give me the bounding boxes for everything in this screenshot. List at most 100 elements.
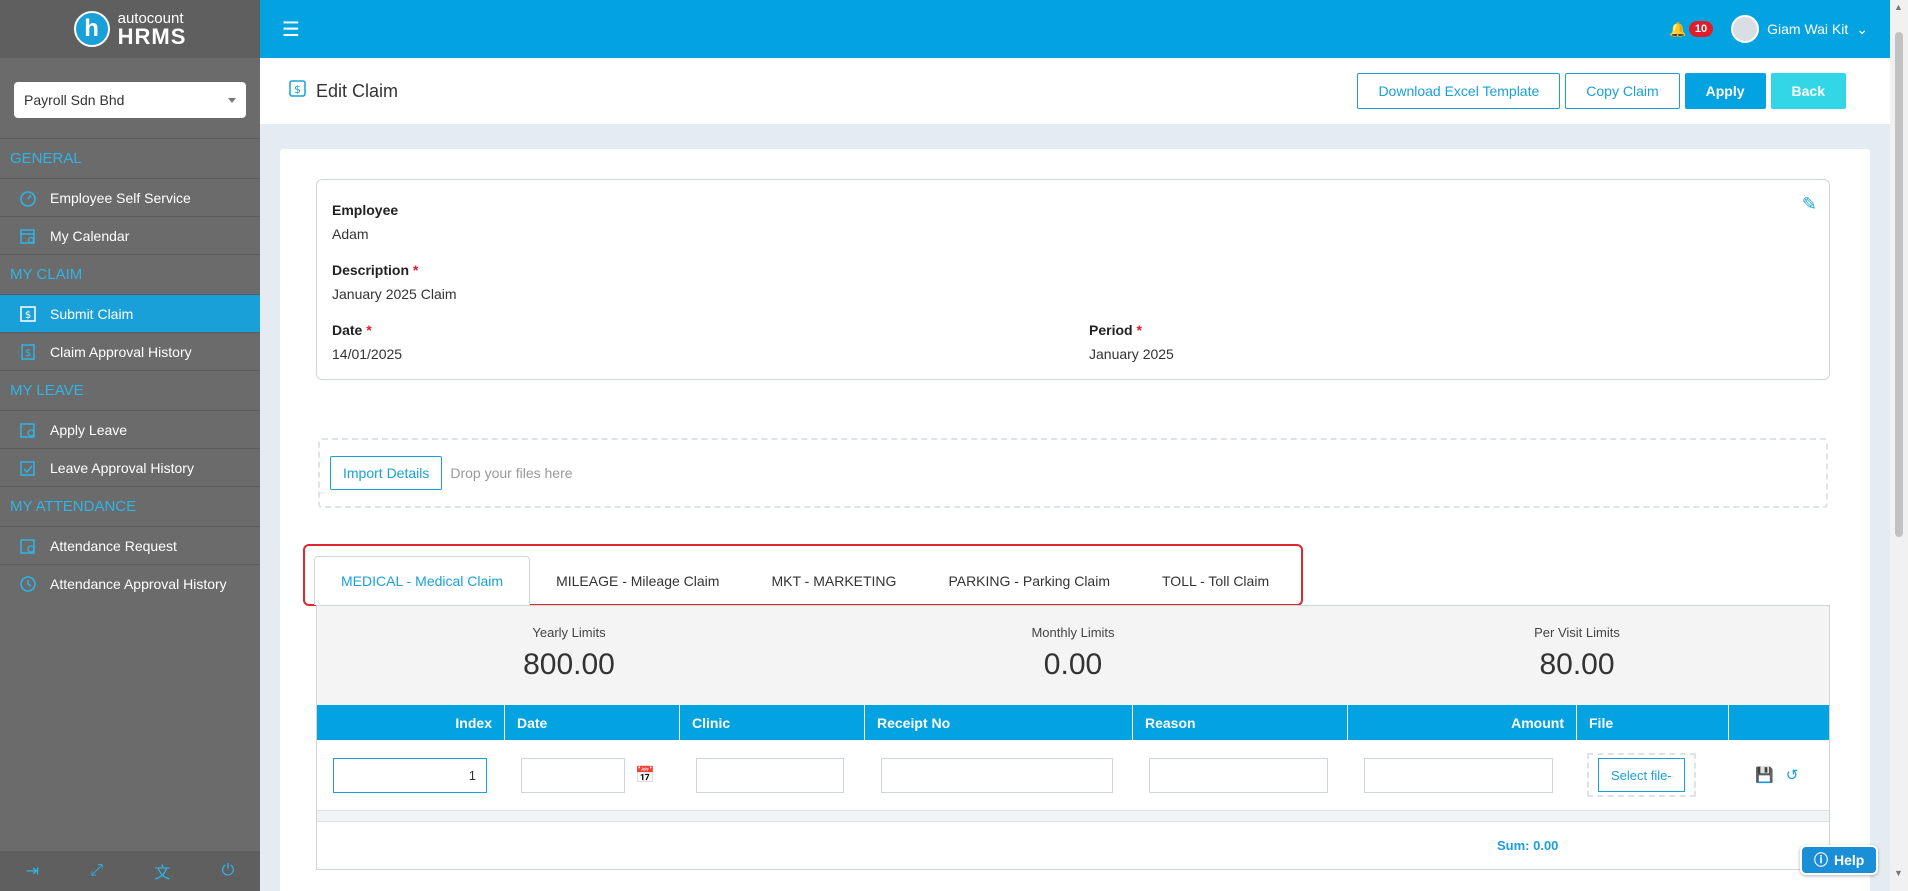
- medical-tab-panel: Yearly Limits 800.00 Monthly Limits 0.00…: [316, 605, 1830, 870]
- yearly-limit: Yearly Limits 800.00: [523, 625, 615, 681]
- period-value: January 2025: [1089, 346, 1174, 362]
- col-clinic[interactable]: Clinic: [680, 705, 865, 740]
- page-scrollbar[interactable]: ▲ ▼: [1890, 0, 1908, 891]
- tab-medical[interactable]: MEDICAL - Medical Claim: [314, 556, 531, 605]
- nav-item-label: Attendance Request: [50, 537, 177, 554]
- description-value: January 2025 Claim: [332, 286, 457, 302]
- receipt-no-input[interactable]: [881, 757, 1113, 793]
- caret-down-icon: [228, 97, 236, 103]
- nav-section-my-claim: MY CLAIM: [0, 254, 260, 294]
- col-index[interactable]: Index: [317, 705, 505, 740]
- date-value: 14/01/2025: [332, 346, 403, 362]
- company-select-value: Payroll Sdn Bhd: [24, 92, 125, 108]
- notifications[interactable]: 🔔 10: [1669, 20, 1714, 38]
- import-details-button[interactable]: Import Details: [330, 456, 443, 490]
- amount-input[interactable]: [1364, 757, 1553, 793]
- save-icon[interactable]: 💾: [1755, 766, 1774, 784]
- undo-icon[interactable]: ↺: [1786, 766, 1799, 784]
- power-icon[interactable]: ⏻: [222, 862, 235, 880]
- col-reason[interactable]: Reason: [1133, 705, 1348, 740]
- attendance-icon: [18, 536, 38, 556]
- date-input[interactable]: [521, 757, 625, 793]
- tab-mileage[interactable]: MILEAGE - Mileage Claim: [530, 556, 745, 605]
- clinic-input[interactable]: [696, 757, 844, 793]
- tab-toll[interactable]: TOLL - Toll Claim: [1136, 556, 1295, 605]
- edit-icon[interactable]: ✎: [1802, 194, 1817, 215]
- chevron-down-icon: ⌄: [1856, 20, 1868, 37]
- nav-section-general: GENERAL: [0, 138, 260, 178]
- claim-info-box: ✎ Employee Adam Description * January 20…: [316, 179, 1830, 380]
- bell-icon: 🔔: [1669, 20, 1687, 37]
- col-receipt-no[interactable]: Receipt No: [865, 705, 1133, 740]
- apply-button[interactable]: Apply: [1684, 73, 1766, 109]
- logout-icon[interactable]: ⇥: [26, 861, 39, 881]
- col-date[interactable]: Date: [505, 705, 680, 740]
- leave-icon: [18, 420, 38, 440]
- claim-limits: Yearly Limits 800.00 Monthly Limits 0.00…: [317, 606, 1829, 705]
- logo-bottom-text: HRMS: [117, 23, 187, 49]
- svg-text:$: $: [25, 310, 31, 321]
- claim-card: ✎ Employee Adam Description * January 20…: [280, 149, 1870, 891]
- nav-item-leave-approval-history[interactable]: Leave Approval History: [0, 448, 260, 486]
- calendar-icon[interactable]: 📅: [635, 765, 655, 785]
- tab-mkt[interactable]: MKT - MARKETING: [745, 556, 922, 605]
- nav-item-label: Apply Leave: [50, 421, 128, 438]
- nav-section-my-leave: MY LEAVE: [0, 370, 260, 410]
- col-file[interactable]: File: [1577, 705, 1729, 740]
- nav-item-employee-self-service[interactable]: Employee Self Service: [0, 178, 260, 216]
- logo-mark: h: [73, 11, 110, 47]
- claim-form-icon: $: [18, 304, 38, 324]
- tab-parking[interactable]: PARKING - Parking Claim: [922, 556, 1136, 605]
- reason-input[interactable]: [1149, 757, 1328, 793]
- table-row: 📅 Select file- 💾 ↺: [317, 740, 1829, 811]
- monthly-limit: Monthly Limits 0.00: [1031, 625, 1115, 681]
- nav-item-label: Attendance Approval History: [50, 575, 227, 592]
- select-file-button[interactable]: Select file-: [1598, 758, 1685, 792]
- svg-text:$: $: [25, 348, 31, 359]
- nav-item-attendance-approval-history[interactable]: Attendance Approval History: [0, 564, 260, 602]
- sidebar-footer: ⇥ ⤢ 文 ⏻: [0, 851, 260, 891]
- sidebar: h autocount HRMS Payroll Sdn Bhd GENERAL…: [0, 0, 260, 891]
- index-input[interactable]: [333, 757, 487, 793]
- nav-item-label: Claim Approval History: [50, 343, 192, 360]
- sum-row: Sum: 0.00: [317, 821, 1829, 869]
- topbar: ☰ 🔔 10 Giam Wai Kit ⌄: [260, 0, 1890, 58]
- hamburger-menu-icon[interactable]: ☰: [282, 17, 300, 42]
- company-select[interactable]: Payroll Sdn Bhd: [14, 82, 246, 118]
- language-icon[interactable]: 文: [154, 859, 170, 883]
- nav-item-apply-leave[interactable]: Apply Leave: [0, 410, 260, 448]
- user-menu[interactable]: Giam Wai Kit ⌄: [1731, 15, 1868, 43]
- col-amount[interactable]: Amount: [1348, 705, 1577, 740]
- claim-history-icon: $: [18, 342, 38, 362]
- fullscreen-icon[interactable]: ⤢: [90, 862, 103, 880]
- employee-label: Employee: [332, 202, 399, 218]
- nav-item-label: Submit Claim: [50, 305, 134, 322]
- scroll-down-icon[interactable]: ▼: [1894, 868, 1903, 878]
- scroll-up-icon[interactable]: ▲: [1894, 2, 1903, 12]
- employee-value: Adam: [332, 226, 369, 242]
- back-button[interactable]: Back: [1770, 73, 1846, 109]
- attendance-history-icon: [18, 574, 38, 594]
- import-dropzone[interactable]: Import Details Drop your files here: [318, 438, 1828, 508]
- leave-history-icon: [18, 458, 38, 478]
- copy-claim-button[interactable]: Copy Claim: [1565, 73, 1680, 109]
- help-button[interactable]: ⓘ Help: [1800, 845, 1879, 875]
- nav-item-label: Employee Self Service: [50, 189, 191, 206]
- notification-badge: 10: [1688, 21, 1714, 37]
- question-icon: ⓘ: [1814, 852, 1828, 868]
- nav-item-submit-claim[interactable]: $ Submit Claim: [0, 294, 260, 332]
- period-label: Period *: [1089, 322, 1142, 338]
- claim-title-icon: $: [288, 79, 308, 104]
- user-name: Giam Wai Kit: [1767, 21, 1849, 37]
- nav-item-claim-approval-history[interactable]: $ Claim Approval History: [0, 332, 260, 370]
- nav-item-label: Leave Approval History: [50, 459, 194, 476]
- nav-item-my-calendar[interactable]: My Calendar: [0, 216, 260, 254]
- nav-item-attendance-request[interactable]: Attendance Request: [0, 526, 260, 564]
- per-visit-limit: Per Visit Limits 80.00: [1534, 625, 1620, 681]
- calendar-user-icon: [18, 226, 38, 246]
- scroll-thumb[interactable]: [1895, 32, 1903, 537]
- page-header: $ Edit Claim Download Excel Template Cop…: [260, 58, 1890, 124]
- download-excel-template-button[interactable]: Download Excel Template: [1357, 73, 1561, 109]
- app-logo[interactable]: h autocount HRMS: [0, 0, 260, 58]
- claim-type-tabs: MEDICAL - Medical Claim MILEAGE - Mileag…: [314, 556, 1295, 605]
